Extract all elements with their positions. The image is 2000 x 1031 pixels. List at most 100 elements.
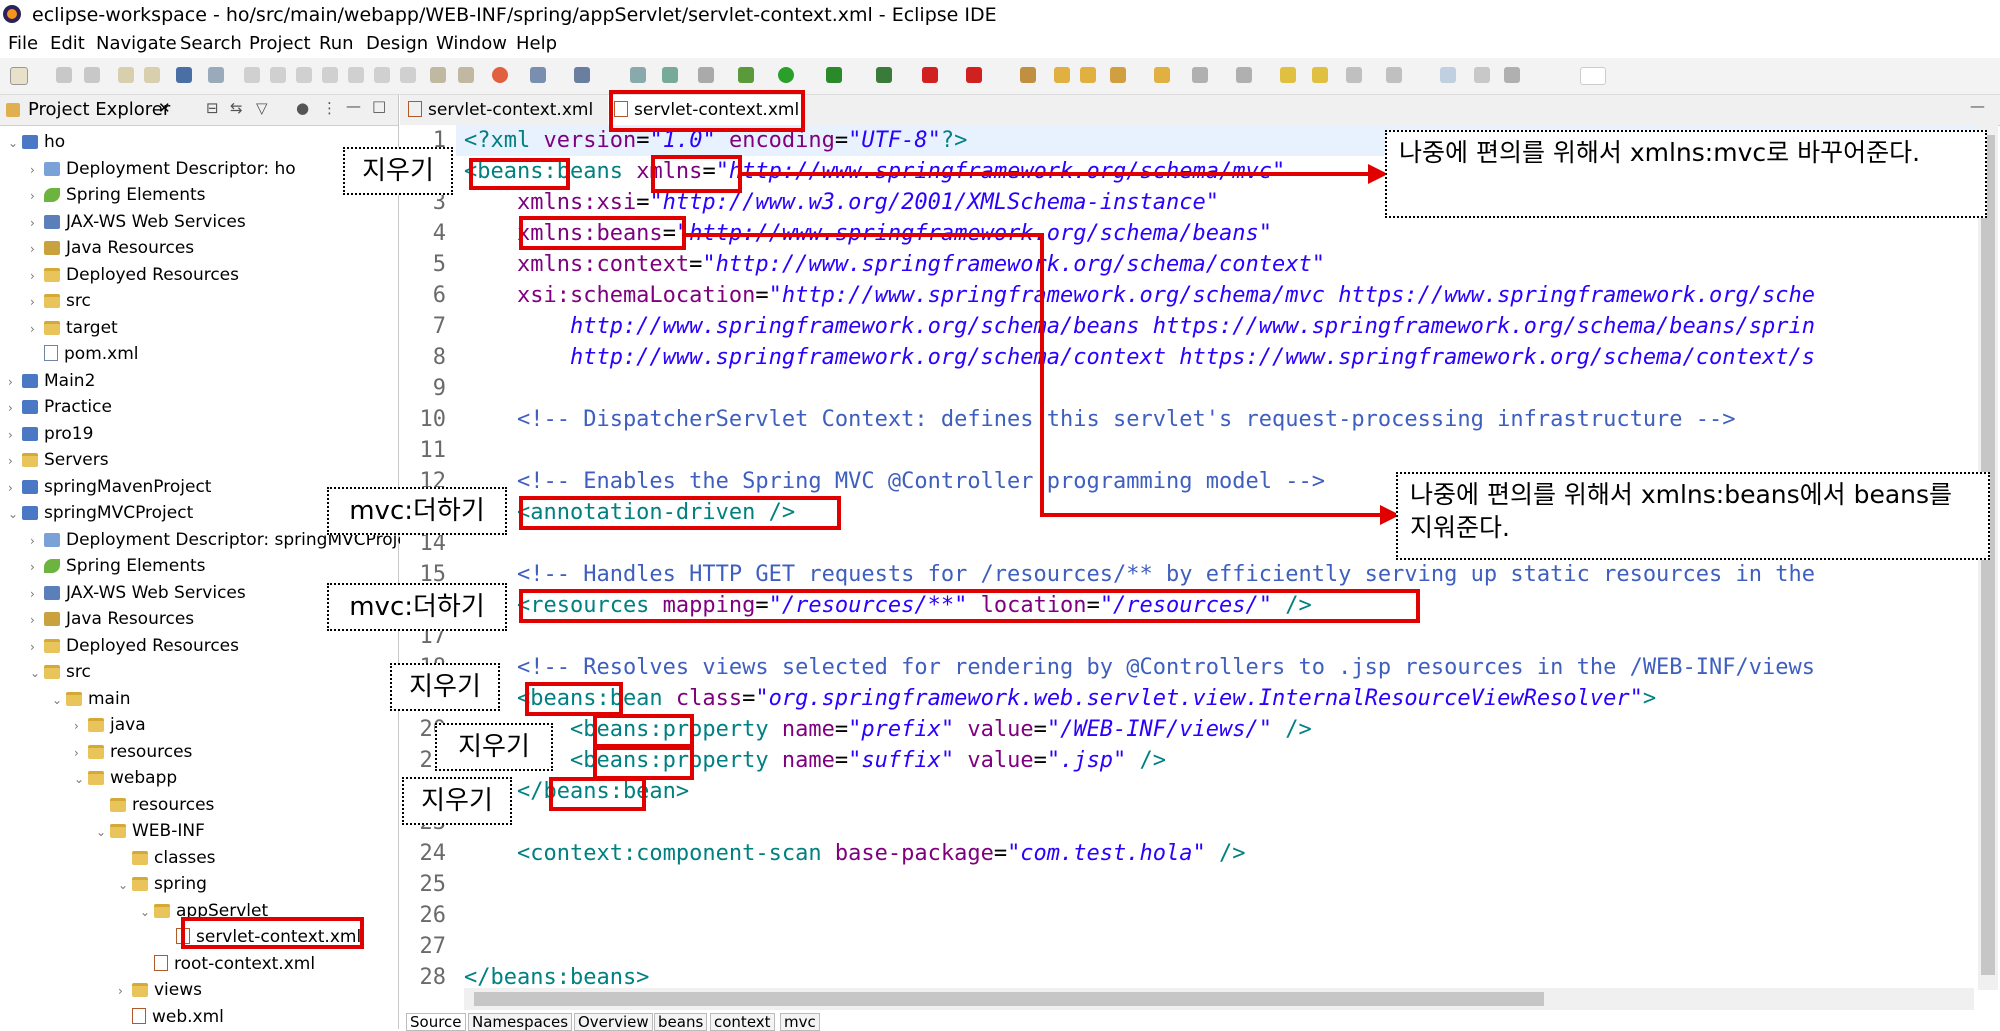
- expand-chevron-icon[interactable]: ⌄: [30, 660, 44, 686]
- open-file-icon[interactable]: [1080, 67, 1096, 83]
- collapse-chevron-icon[interactable]: ›: [30, 157, 44, 183]
- collapse-chevron-icon[interactable]: ›: [30, 236, 44, 262]
- open-perspective-icon[interactable]: [1440, 67, 1456, 83]
- code-line-3[interactable]: xmlns:xsi="http://www.w3.org/2001/XMLSch…: [464, 187, 1219, 218]
- menu-project[interactable]: Project: [249, 30, 311, 58]
- stop-server-icon[interactable]: [966, 67, 982, 83]
- collapse-chevron-icon[interactable]: ›: [30, 581, 44, 607]
- code-line-28[interactable]: </beans:beans>: [464, 962, 649, 986]
- open-folder-icon[interactable]: [1054, 67, 1070, 83]
- new-icon[interactable]: [10, 67, 28, 85]
- collapse-all-icon[interactable]: ⊟: [206, 99, 219, 117]
- tree-item[interactable]: › views: [118, 977, 202, 1003]
- tree-item[interactable]: resources: [96, 792, 214, 818]
- tree-item[interactable]: ⌄ WEB-INF: [96, 818, 205, 844]
- prev-annotation-icon[interactable]: [1236, 67, 1252, 83]
- code-line-12[interactable]: <!-- Enables the Spring MVC @Controller …: [464, 466, 1325, 497]
- new-server-icon[interactable]: [574, 67, 590, 83]
- focus-icon[interactable]: ●: [296, 99, 309, 117]
- collapse-chevron-icon[interactable]: ›: [74, 740, 88, 766]
- tree-item[interactable]: › JAX-WS Web Services: [30, 209, 246, 235]
- forward-history-icon[interactable]: [1386, 67, 1402, 83]
- tree-item[interactable]: › JAX-WS Web Services: [30, 580, 246, 606]
- minimize-icon[interactable]: —: [346, 97, 361, 115]
- code-line-24[interactable]: <context:component-scan base-package="co…: [464, 838, 1246, 869]
- collapse-chevron-icon[interactable]: ›: [8, 448, 22, 474]
- view-menu-icon[interactable]: ⋮: [322, 99, 337, 117]
- spring-boot-icon[interactable]: [1020, 67, 1036, 83]
- search-remote-icon[interactable]: [662, 67, 678, 83]
- collapse-chevron-icon[interactable]: ›: [30, 316, 44, 342]
- code-line-7[interactable]: http://www.springframework.org/schema/be…: [464, 311, 1815, 342]
- tree-item[interactable]: pom.xml: [30, 341, 139, 367]
- scroll-thumb[interactable]: [474, 992, 1544, 1006]
- coverage-icon[interactable]: [826, 67, 842, 83]
- code-line-21[interactable]: <beans:property name="suffix" value=".js…: [464, 745, 1166, 776]
- tree-item[interactable]: › target: [30, 315, 118, 341]
- stop-icon[interactable]: [922, 67, 938, 83]
- collapse-chevron-icon[interactable]: ›: [30, 607, 44, 633]
- collapse-chevron-icon[interactable]: ›: [30, 263, 44, 289]
- word-wrap-icon[interactable]: [458, 67, 474, 83]
- resume-icon[interactable]: [244, 67, 260, 83]
- task-icon[interactable]: [1154, 67, 1170, 83]
- close-icon[interactable]: ✕: [158, 99, 171, 117]
- code-line-8[interactable]: http://www.springframework.org/schema/co…: [464, 342, 1815, 373]
- expand-chevron-icon[interactable]: ⌄: [96, 819, 110, 845]
- expand-chevron-icon[interactable]: ⌄: [140, 899, 154, 925]
- tree-item[interactable]: › resources: [74, 739, 192, 765]
- step-over-icon[interactable]: [374, 67, 390, 83]
- tree-item[interactable]: › Java Resources: [30, 606, 194, 632]
- tree-item[interactable]: › java: [74, 712, 146, 738]
- toggle-breadcrumb-icon[interactable]: [430, 67, 446, 83]
- forward-icon[interactable]: [1346, 67, 1362, 83]
- collapse-chevron-icon[interactable]: ›: [30, 210, 44, 236]
- next-annotation-icon[interactable]: [1192, 67, 1208, 83]
- pen-icon[interactable]: [1110, 67, 1126, 83]
- link-with-editor-icon[interactable]: ⇆: [230, 99, 243, 117]
- code-line-20[interactable]: <beans:property name="prefix" value="/WE…: [464, 714, 1312, 745]
- code-line-10[interactable]: <!-- DispatcherServlet Context: defines …: [464, 404, 1736, 435]
- tree-item[interactable]: › Deployed Resources: [30, 262, 239, 288]
- save-all-icon[interactable]: [84, 67, 100, 83]
- minimize-editor-icon[interactable]: —: [1970, 97, 1985, 115]
- tree-item[interactable]: ⌄ ho: [8, 129, 65, 155]
- collapse-chevron-icon[interactable]: ›: [8, 422, 22, 448]
- code-line-6[interactable]: xsi:schemaLocation="http://www.springfra…: [464, 280, 1815, 311]
- tree-item[interactable]: › src: [30, 288, 91, 314]
- suspend-icon[interactable]: [270, 67, 286, 83]
- collapse-chevron-icon[interactable]: ›: [8, 395, 22, 421]
- browser-icon[interactable]: [630, 67, 646, 83]
- last-edit-icon[interactable]: [1280, 67, 1296, 83]
- tree-item[interactable]: › Main2: [8, 368, 95, 394]
- collapse-chevron-icon[interactable]: ›: [30, 183, 44, 209]
- tree-item[interactable]: web.xml: [118, 1004, 224, 1030]
- code-line-18[interactable]: <!-- Resolves views selected for renderi…: [464, 652, 1815, 683]
- tree-item[interactable]: › Spring Elements: [30, 182, 206, 208]
- menu-navigate[interactable]: Navigate: [96, 30, 177, 58]
- menu-design[interactable]: Design: [366, 30, 428, 58]
- collapse-chevron-icon[interactable]: ›: [8, 475, 22, 501]
- collapse-chevron-icon[interactable]: ›: [30, 554, 44, 580]
- tree-item[interactable]: › Spring Elements: [30, 553, 206, 579]
- tree-item[interactable]: › pro19: [8, 421, 93, 447]
- step-return-icon[interactable]: [400, 67, 416, 83]
- menu-help[interactable]: Help: [516, 30, 557, 58]
- code-line-19[interactable]: <beans:bean class="org.springframework.w…: [464, 683, 1656, 714]
- tree-item[interactable]: classes: [118, 845, 216, 871]
- tree-item[interactable]: › Servers: [8, 447, 109, 473]
- menu-run[interactable]: Run: [319, 30, 354, 58]
- collapse-chevron-icon[interactable]: ›: [74, 713, 88, 739]
- menu-window[interactable]: Window: [436, 30, 507, 58]
- expand-chevron-icon[interactable]: ⌄: [74, 766, 88, 792]
- collapse-chevron-icon[interactable]: ›: [30, 528, 44, 554]
- collapse-chevron-icon[interactable]: ›: [30, 289, 44, 315]
- filter-icon[interactable]: ▽: [256, 99, 268, 117]
- tree-item[interactable]: root-context.xml: [140, 951, 315, 977]
- tree-item[interactable]: › Deployed Resources: [30, 633, 239, 659]
- editor-tab-servlet-context[interactable]: servlet-context.xml: [408, 95, 598, 125]
- java-ee-icon[interactable]: [1474, 67, 1490, 83]
- terminate-icon[interactable]: [296, 67, 312, 83]
- menu-edit[interactable]: Edit: [50, 30, 85, 58]
- code-line-5[interactable]: xmlns:context="http://www.springframewor…: [464, 249, 1325, 280]
